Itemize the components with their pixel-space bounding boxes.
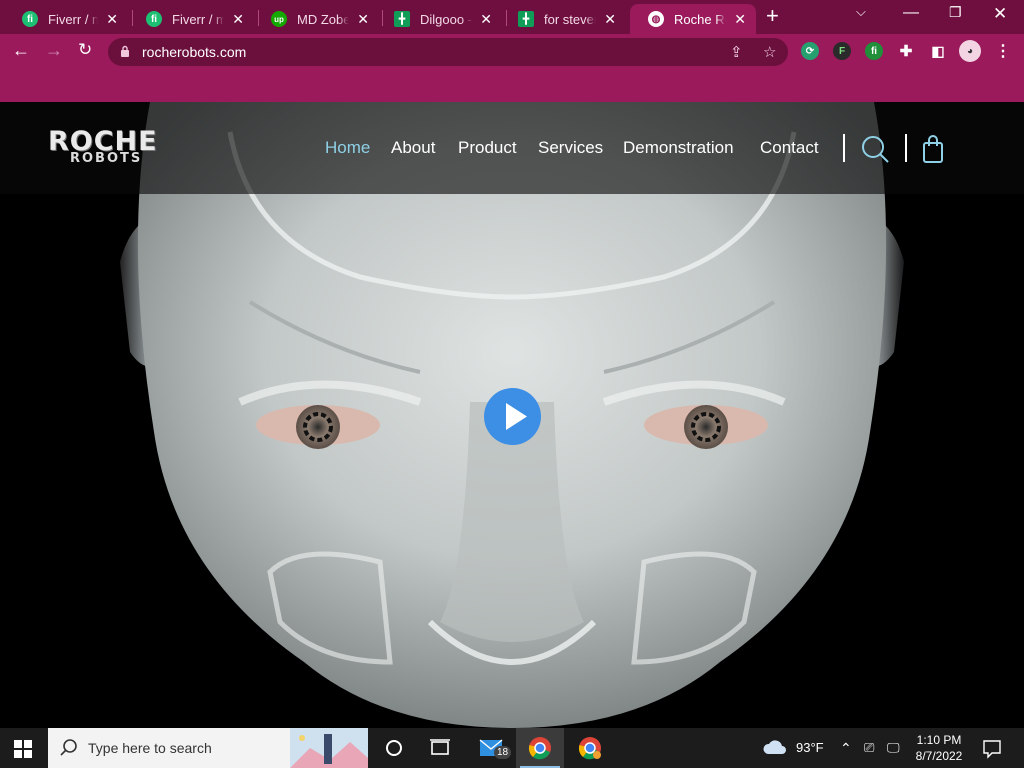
sheets-icon: ╋ <box>394 11 410 27</box>
play-icon <box>506 403 527 430</box>
tab-fiverr-2[interactable]: fi Fiverr / mrk ✕ <box>128 4 254 34</box>
browser-toolbar: ← → ↻ rocherobots.com ⇪ ☆ ⟳ F fi ✚ ◧ ◕ ⋮ <box>0 34 1024 70</box>
fiverr-icon: fi <box>146 11 162 27</box>
play-video-button[interactable] <box>484 388 541 445</box>
globe-icon: ◍ <box>648 11 664 27</box>
task-view-icon[interactable] <box>428 736 452 760</box>
tab-search-chevron-icon[interactable]: ⌵ <box>856 4 866 20</box>
website-viewport: ROCHE ROBOTS Home About Product Services… <box>0 102 1024 728</box>
tab-sheets-2[interactable]: ╋ for steveron ✕ <box>500 4 626 34</box>
tab-label: Roche Robots <box>674 11 726 27</box>
reload-icon[interactable]: ↻ <box>78 40 92 60</box>
extension-sync-icon[interactable]: ⟳ <box>801 42 819 60</box>
windows-taskbar: Type here to search 18 93°F ⌃ ⎚ 🖵 1:10 P… <box>0 728 1024 768</box>
header-divider <box>843 134 845 162</box>
window-close-icon[interactable]: ✕ <box>993 4 1007 24</box>
clock-time: 1:10 PM <box>916 733 962 747</box>
tab-label: for steveron <box>544 11 597 27</box>
nav-product[interactable]: Product <box>458 138 517 158</box>
close-icon[interactable]: ✕ <box>357 11 369 28</box>
nav-services[interactable]: Services <box>538 138 603 158</box>
chrome-active-taskbar-button[interactable] <box>516 728 564 768</box>
nav-demonstration[interactable]: Demonstration <box>623 138 734 158</box>
lock-icon <box>121 45 129 57</box>
sheets-icon: ╋ <box>518 11 534 27</box>
nav-contact[interactable]: Contact <box>760 138 819 158</box>
weather-cloud-icon[interactable] <box>762 736 788 760</box>
weather-temperature: 93°F <box>796 740 824 755</box>
fiverr-icon: fi <box>22 11 38 27</box>
network-device-icon[interactable]: ⎚ <box>864 740 874 756</box>
close-icon[interactable]: ✕ <box>480 11 492 28</box>
nav-home[interactable]: Home <box>325 138 370 158</box>
tab-label: MD Zobear <box>297 11 350 27</box>
nav-about[interactable]: About <box>391 138 435 158</box>
notifications-icon[interactable] <box>982 736 1002 760</box>
tab-fiverr-1[interactable]: fi Fiverr / mrk ✕ <box>4 4 128 34</box>
side-panel-icon[interactable]: ◧ <box>929 42 947 60</box>
logo-line-2: ROBOTS <box>70 151 143 166</box>
close-icon[interactable]: ✕ <box>734 11 746 28</box>
tab-label: Fiverr / mrk <box>48 11 99 27</box>
tab-sheets-1[interactable]: ╋ Dilgooo - G ✕ <box>376 4 502 34</box>
windows-start-icon[interactable] <box>14 740 32 758</box>
bookmark-star-icon[interactable]: ☆ <box>763 43 776 61</box>
profile-avatar[interactable]: ◕ <box>959 40 981 62</box>
site-header: ROCHE ROBOTS Home About Product Services… <box>0 102 1024 194</box>
cortana-circle-icon[interactable] <box>382 736 406 760</box>
tab-upwork[interactable]: up MD Zobear ✕ <box>253 4 379 34</box>
shopping-bag-icon[interactable] <box>922 134 944 164</box>
forward-arrow-icon[interactable]: → <box>45 40 63 61</box>
search-highlight-illustration-icon <box>290 728 368 768</box>
back-arrow-icon[interactable]: ← <box>12 40 30 61</box>
clock-date: 8/7/2022 <box>915 749 963 763</box>
chrome-icon <box>528 737 551 760</box>
bookmark-bar <box>0 70 1024 102</box>
search-placeholder: Type here to search <box>88 740 212 756</box>
extensions-puzzle-icon[interactable]: ✚ <box>897 42 915 60</box>
share-icon[interactable]: ⇪ <box>730 43 743 61</box>
new-tab-plus-icon[interactable]: + <box>766 5 779 27</box>
extension-f-icon[interactable]: F <box>833 42 851 60</box>
taskbar-search-box[interactable]: Type here to search <box>48 728 368 768</box>
search-icon <box>60 739 77 756</box>
address-bar[interactable]: rocherobots.com ⇪ ☆ <box>108 38 788 66</box>
roche-robots-logo[interactable]: ROCHE ROBOTS <box>48 128 188 168</box>
extension-fiverr-icon[interactable]: fi <box>865 42 883 60</box>
display-icon[interactable]: 🖵 <box>887 740 900 756</box>
mail-badge: 18 <box>494 746 512 759</box>
restore-icon[interactable]: ❐ <box>949 4 962 21</box>
tray-chevron-up-icon[interactable]: ⌃ <box>840 740 852 757</box>
close-icon[interactable]: ✕ <box>106 11 118 28</box>
menu-kebab-icon[interactable]: ⋮ <box>994 42 1012 60</box>
minimize-icon[interactable]: — <box>903 4 919 22</box>
tab-strip: fi Fiverr / mrk ✕ fi Fiverr / mrk ✕ up M… <box>0 0 1024 34</box>
url-text: rocherobots.com <box>142 44 247 60</box>
search-icon[interactable] <box>860 134 890 164</box>
chrome-icon[interactable] <box>578 736 602 760</box>
system-clock[interactable]: 1:10 PM 8/7/2022 <box>904 732 974 764</box>
header-divider <box>905 134 907 162</box>
tab-roche-robots[interactable]: ◍ Roche Robots ✕ <box>630 4 756 34</box>
close-icon[interactable]: ✕ <box>604 11 616 28</box>
close-icon[interactable]: ✕ <box>232 11 244 28</box>
tab-label: Dilgooo - G <box>420 11 473 27</box>
upwork-icon: up <box>271 11 287 27</box>
tab-label: Fiverr / mrk <box>172 11 225 27</box>
